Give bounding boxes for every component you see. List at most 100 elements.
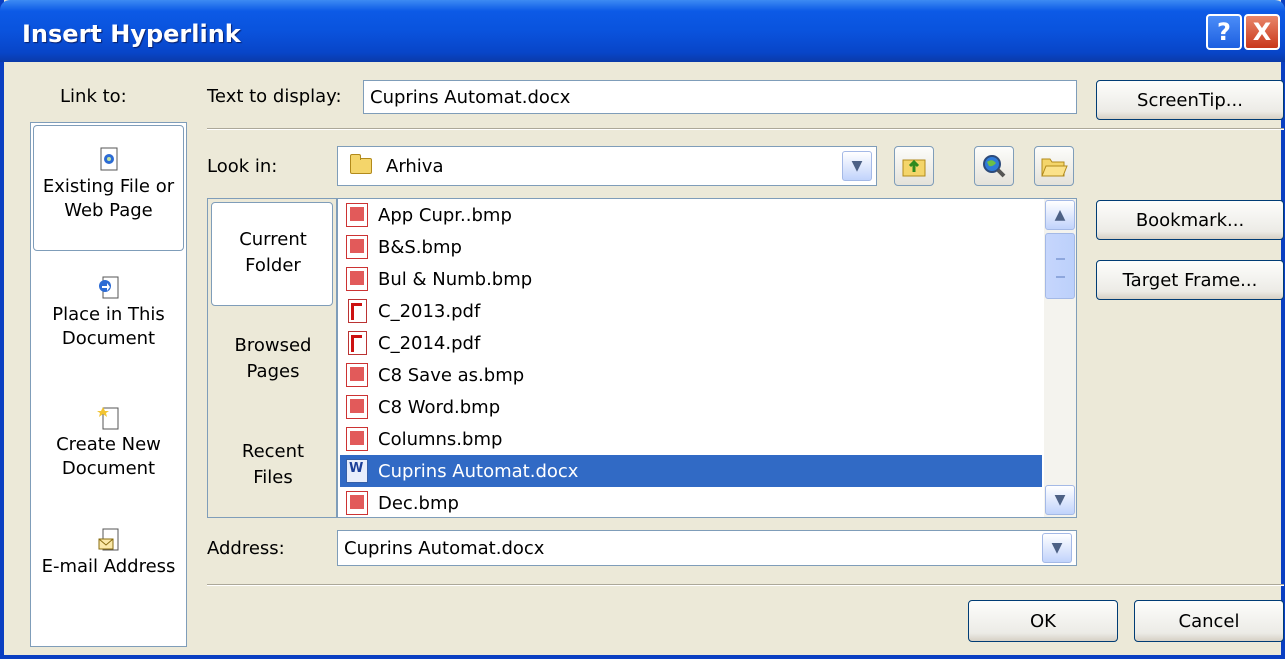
target-frame-button[interactable]: Target Frame... — [1096, 260, 1284, 300]
chevron-down-icon: ▼ — [1054, 492, 1066, 508]
sidebar-item-label: E-mail Address — [41, 556, 176, 577]
tab-recent-files[interactable]: Recent Files — [211, 439, 335, 491]
list-item[interactable]: App Cupr..bmp — [340, 199, 1042, 231]
file-name: App Cupr..bmp — [378, 204, 512, 226]
bookmark-button-label: Bookmark... — [1135, 209, 1245, 231]
email-icon — [97, 527, 121, 553]
browse-file-icon — [1041, 158, 1068, 177]
cancel-button-label: Cancel — [1178, 610, 1240, 632]
scroll-thumb[interactable] — [1045, 233, 1075, 299]
link-to-label: Link to: — [60, 86, 127, 107]
text-to-display-value: Cuprins Automat.docx — [370, 86, 571, 108]
bmp-file-icon — [346, 491, 368, 515]
look-in-label: Look in: — [207, 156, 278, 177]
file-name: C8 Save as.bmp — [378, 364, 525, 386]
help-button[interactable]: ? — [1206, 14, 1242, 50]
insert-hyperlink-dialog: Insert Hyperlink ? X Link to: Existing F… — [0, 0, 1285, 659]
up-folder-icon — [902, 159, 926, 177]
pdf-file-icon — [346, 331, 368, 355]
tab-current-folder[interactable]: Current Folder — [211, 227, 335, 279]
bmp-file-icon — [346, 363, 368, 387]
pdf-file-icon — [346, 299, 368, 323]
list-item[interactable]: B&S.bmp — [340, 231, 1042, 263]
up-folder-button[interactable] — [894, 146, 934, 186]
sidebar-item-create-new-document[interactable]: Create New Document — [31, 405, 186, 481]
bmp-file-icon — [346, 235, 368, 259]
target-frame-button-label: Target Frame... — [1122, 269, 1258, 291]
sidebar-item-label: Document — [61, 328, 156, 349]
title-bar: Insert Hyperlink ? X — [0, 0, 1285, 62]
folder-icon — [350, 154, 372, 174]
bmp-file-icon — [346, 267, 368, 291]
tab-label: Files — [253, 467, 293, 488]
file-name: C8 Word.bmp — [378, 396, 501, 418]
chevron-up-icon: ▲ — [1054, 207, 1066, 223]
address-label: Address: — [207, 538, 285, 559]
scroll-up-button[interactable]: ▲ — [1045, 200, 1075, 230]
cancel-button[interactable]: Cancel — [1134, 600, 1284, 642]
list-item[interactable]: C_2013.pdf — [340, 295, 1042, 327]
file-name: B&S.bmp — [378, 236, 462, 258]
link-to-sidebar: Existing File or Web Page Place in This … — [30, 122, 187, 647]
place-in-document-icon — [97, 275, 121, 301]
file-list: App Cupr..bmp B&S.bmp Bul & Numb.bmp C_2… — [337, 198, 1077, 518]
tab-browsed-pages[interactable]: Browsed Pages — [211, 333, 335, 385]
screentip-button-label: ScreenTip... — [1137, 89, 1243, 111]
list-item[interactable]: C_2014.pdf — [340, 327, 1042, 359]
new-document-icon — [96, 405, 121, 431]
close-icon: X — [1252, 18, 1272, 46]
address-input[interactable]: Cuprins Automat.docx — [337, 530, 1077, 566]
file-name: Columns.bmp — [378, 428, 503, 450]
tab-label: Recent — [241, 441, 305, 462]
browse-tabs: Current Folder Browsed Pages Recent File… — [207, 198, 337, 518]
file-name: Cuprins Automat.docx — [378, 460, 579, 482]
list-item[interactable]: Columns.bmp — [340, 423, 1042, 455]
list-item[interactable]: C8 Word.bmp — [340, 391, 1042, 423]
list-item-selected[interactable]: Cuprins Automat.docx — [340, 455, 1042, 487]
dialog-title: Insert Hyperlink — [22, 20, 241, 48]
separator — [207, 128, 1284, 130]
file-name: C_2013.pdf — [378, 300, 481, 322]
look-in-dropdown[interactable]: Arhiva — [337, 146, 877, 186]
sidebar-item-label: Place in This — [52, 304, 165, 325]
text-to-display-input[interactable]: Cuprins Automat.docx — [363, 80, 1077, 114]
tab-label: Pages — [246, 361, 300, 382]
sidebar-item-label: Create New — [56, 434, 161, 455]
file-list-scrollbar[interactable]: ▲ ▼ — [1044, 199, 1076, 517]
help-icon: ? — [1217, 18, 1231, 46]
look-in-dropdown-arrow[interactable]: ▼ — [842, 151, 872, 181]
browse-file-button[interactable] — [1034, 146, 1074, 186]
close-button[interactable]: X — [1244, 14, 1280, 50]
existing-file-icon — [97, 147, 121, 173]
list-item[interactable]: Bul & Numb.bmp — [340, 263, 1042, 295]
word-document-icon — [346, 459, 368, 483]
bmp-file-icon — [346, 427, 368, 451]
address-dropdown-arrow[interactable]: ▼ — [1042, 533, 1072, 563]
sidebar-item-place-in-document[interactable]: Place in This Document — [31, 275, 186, 351]
sidebar-item-label: Document — [61, 458, 156, 479]
bookmark-button[interactable]: Bookmark... — [1096, 200, 1284, 240]
ok-button[interactable]: OK — [968, 600, 1118, 642]
file-name: C_2014.pdf — [378, 332, 481, 354]
sidebar-item-existing-file[interactable]: Existing File or Web Page — [31, 147, 186, 223]
tab-label: Folder — [245, 255, 301, 276]
ok-button-label: OK — [1030, 610, 1056, 632]
separator — [207, 584, 1284, 586]
text-to-display-label: Text to display: — [207, 86, 342, 107]
browse-web-icon — [983, 155, 1006, 178]
tab-label: Browsed — [234, 335, 312, 356]
list-item[interactable]: Dec.bmp — [340, 487, 1042, 517]
address-value: Cuprins Automat.docx — [344, 537, 545, 559]
look-in-value: Arhiva — [386, 155, 444, 177]
browse-web-button[interactable] — [974, 146, 1014, 186]
tab-label: Current — [239, 229, 307, 250]
file-name: Dec.bmp — [378, 492, 459, 514]
list-item[interactable]: C8 Save as.bmp — [340, 359, 1042, 391]
bmp-file-icon — [346, 203, 368, 227]
sidebar-item-email-address[interactable]: E-mail Address — [31, 527, 186, 579]
file-name: Bul & Numb.bmp — [378, 268, 533, 290]
screentip-button[interactable]: ScreenTip... — [1096, 80, 1284, 120]
sidebar-item-label: Existing File or — [42, 176, 175, 197]
scroll-down-button[interactable]: ▼ — [1045, 485, 1075, 515]
sidebar-item-label: Web Page — [64, 200, 153, 221]
